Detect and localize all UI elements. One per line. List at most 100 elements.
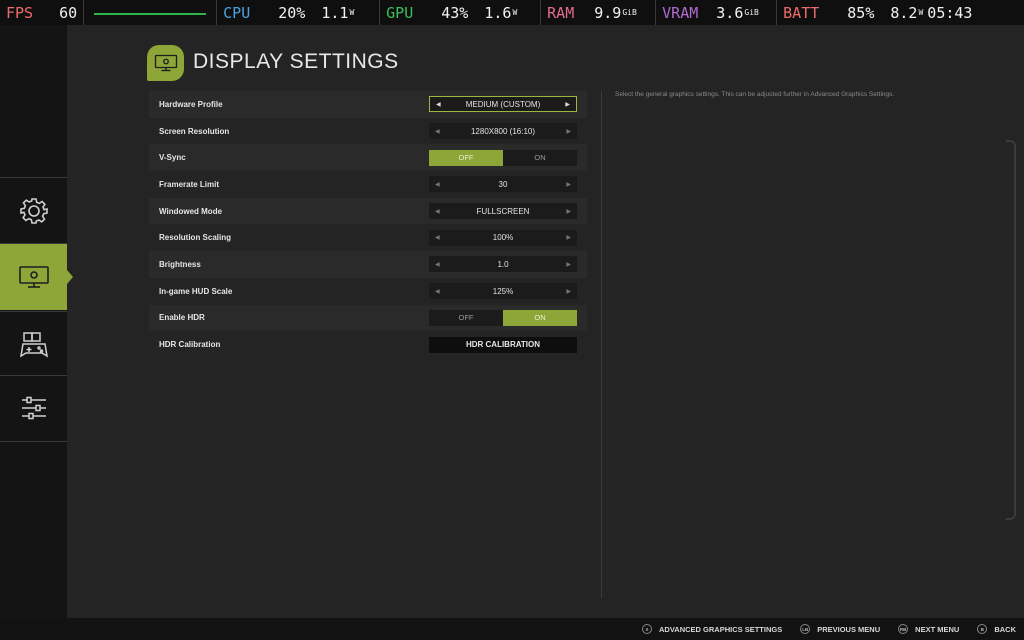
- setting-label: Hardware Profile: [159, 99, 223, 109]
- arrow-left-icon[interactable]: ◀: [435, 128, 440, 135]
- rail-item-general[interactable]: [0, 178, 67, 244]
- hint-label: NEXT MENU: [915, 624, 960, 634]
- setting-row-resolution-scaling: Resolution Scaling ◀ 100% ▶: [149, 224, 587, 251]
- gpu-power: 1.6: [484, 3, 512, 22]
- page-title: DISPLAY SETTINGS: [193, 50, 399, 73]
- arrow-right-icon[interactable]: ▶: [566, 288, 571, 295]
- b-button-icon: B: [977, 624, 988, 634]
- setting-row-hud-scale: In-game HUD Scale ◀ 125% ▶: [149, 278, 587, 305]
- scroll-indicator: [1006, 140, 1016, 520]
- arrow-left-icon[interactable]: ◀: [435, 288, 440, 295]
- setting-label: In-game HUD Scale: [159, 286, 233, 296]
- hardware-profile-selector[interactable]: ◀ MEDIUM (CUSTOM) ▶: [429, 96, 577, 113]
- selector-value: FULLSCREEN: [476, 206, 530, 216]
- hint-advanced-graphics[interactable]: X ADVANCED GRAPHICS SETTINGS: [642, 624, 782, 634]
- arrow-right-icon[interactable]: ▶: [566, 261, 571, 268]
- arrow-right-icon[interactable]: ▶: [566, 208, 571, 215]
- rail-item-display[interactable]: [0, 244, 73, 310]
- gpu-label: GPU: [386, 3, 414, 22]
- setting-label: V-Sync: [159, 153, 186, 163]
- selector-value: 30: [498, 179, 508, 189]
- arrow-left-icon[interactable]: ◀: [435, 234, 440, 241]
- batt-percent: 85%: [847, 3, 875, 22]
- fps-label: FPS: [6, 3, 34, 22]
- selector-value: 1280X800 (16:10): [470, 126, 536, 136]
- fps-stat: FPS 60: [0, 0, 85, 25]
- selector-value: 1.0: [497, 259, 509, 269]
- setting-label: Framerate Limit: [159, 179, 220, 189]
- framerate-limit-selector[interactable]: ◀ 30 ▶: [429, 176, 577, 193]
- arrow-left-icon[interactable]: ◀: [436, 101, 441, 108]
- vram-stat: VRAM 3.6 GiB: [656, 0, 778, 25]
- arrow-right-icon[interactable]: ▶: [565, 101, 570, 108]
- cpu-stat: CPU 20% 1.1 W: [217, 0, 381, 25]
- header-display-icon: [147, 45, 184, 81]
- setting-row-hardware-profile: Hardware Profile ◀ MEDIUM (CUSTOM) ▶: [149, 91, 587, 118]
- sliders-icon: [21, 396, 46, 420]
- vsync-on-option[interactable]: ON: [503, 150, 577, 166]
- pane-divider: [601, 91, 602, 598]
- selector-value: 100%: [492, 233, 514, 243]
- hint-label: ADVANCED GRAPHICS SETTINGS: [659, 624, 783, 634]
- setting-label: Enable HDR: [159, 313, 205, 323]
- screen-resolution-selector[interactable]: ◀ 1280X800 (16:10) ▶: [429, 123, 577, 140]
- setting-row-windowed-mode: Windowed Mode ◀ FULLSCREEN ▶: [149, 197, 587, 225]
- ram-value: 9.9: [594, 3, 622, 22]
- x-button-icon: X: [642, 624, 652, 634]
- gpu-power-unit: W: [512, 8, 518, 17]
- frametime-graph: [84, 0, 218, 25]
- selector-value: MEDIUM (CUSTOM): [465, 99, 541, 109]
- resolution-scaling-selector[interactable]: ◀ 100% ▶: [429, 229, 577, 246]
- setting-row-hdr-calibration: HDR Calibration HDR CALIBRATION: [149, 331, 587, 358]
- setting-row-screen-resolution: Screen Resolution ◀ 1280X800 (16:10) ▶: [149, 118, 587, 145]
- hint-previous-menu[interactable]: LB PREVIOUS MENU: [800, 624, 880, 634]
- cpu-usage: 20%: [278, 3, 306, 22]
- hud-scale-selector[interactable]: ◀ 125% ▶: [429, 283, 577, 300]
- arrow-right-icon[interactable]: ▶: [566, 128, 571, 135]
- windowed-mode-selector[interactable]: ◀ FULLSCREEN ▶: [429, 203, 577, 220]
- batt-power: 8.2: [890, 3, 918, 22]
- arrow-left-icon[interactable]: ◀: [435, 181, 440, 188]
- gear-icon: [19, 198, 48, 224]
- rb-button-icon: RB: [898, 624, 909, 634]
- controller-icon: [19, 332, 48, 358]
- cpu-power-unit: W: [349, 8, 355, 17]
- vsync-toggle[interactable]: OFF ON: [429, 149, 577, 166]
- hint-back[interactable]: B BACK: [977, 624, 1016, 634]
- performance-overlay: FPS 60 CPU 20% 1.1 W GPU 43% 1.6 W RAM 9.9…: [0, 0, 1024, 25]
- lb-button-icon: LB: [800, 624, 811, 634]
- rail-divider: [0, 441, 67, 442]
- ram-unit: GiB: [622, 8, 637, 17]
- arrow-left-icon[interactable]: ◀: [435, 261, 440, 268]
- arrow-right-icon[interactable]: ▶: [566, 181, 571, 188]
- setting-description: Select the general graphics settings. Th…: [615, 91, 895, 98]
- rail-item-advanced[interactable]: [0, 375, 67, 441]
- hdr-on-option[interactable]: ON: [503, 309, 577, 326]
- display-icon: [154, 54, 177, 72]
- cpu-label: CPU: [223, 3, 251, 22]
- vram-value: 3.6: [716, 3, 744, 22]
- rail-item-controls[interactable]: [0, 312, 67, 378]
- arrow-right-icon[interactable]: ▶: [566, 234, 571, 241]
- category-rail: [0, 25, 73, 618]
- hdr-toggle[interactable]: OFF ON: [429, 309, 577, 326]
- frametime-line: [94, 8, 207, 18]
- hdr-off-option[interactable]: OFF: [429, 310, 503, 326]
- selector-value: 125%: [492, 286, 514, 296]
- setting-row-vsync: V-Sync OFF ON: [149, 144, 587, 172]
- gpu-usage: 43%: [441, 3, 469, 22]
- display-icon: [18, 266, 49, 288]
- hint-next-menu[interactable]: RB NEXT MENU: [898, 624, 959, 634]
- vram-unit: GiB: [744, 8, 759, 17]
- setting-row-framerate-limit: Framerate Limit ◀ 30 ▶: [149, 171, 587, 198]
- vram-label: VRAM: [662, 3, 699, 22]
- setting-row-brightness: Brightness ◀ 1.0 ▶: [149, 251, 587, 278]
- arrow-left-icon[interactable]: ◀: [435, 208, 440, 215]
- batt-label: BATT: [783, 3, 820, 22]
- gpu-stat: GPU 43% 1.6 W: [380, 0, 542, 25]
- setting-row-enable-hdr: Enable HDR OFF ON: [149, 304, 587, 332]
- hdr-calibration-button[interactable]: HDR CALIBRATION: [429, 336, 577, 353]
- brightness-selector[interactable]: ◀ 1.0 ▶: [429, 256, 577, 273]
- vsync-off-option[interactable]: OFF: [429, 149, 503, 166]
- battery-stat: BATT 85% 8.2 W 05:43: [777, 0, 978, 25]
